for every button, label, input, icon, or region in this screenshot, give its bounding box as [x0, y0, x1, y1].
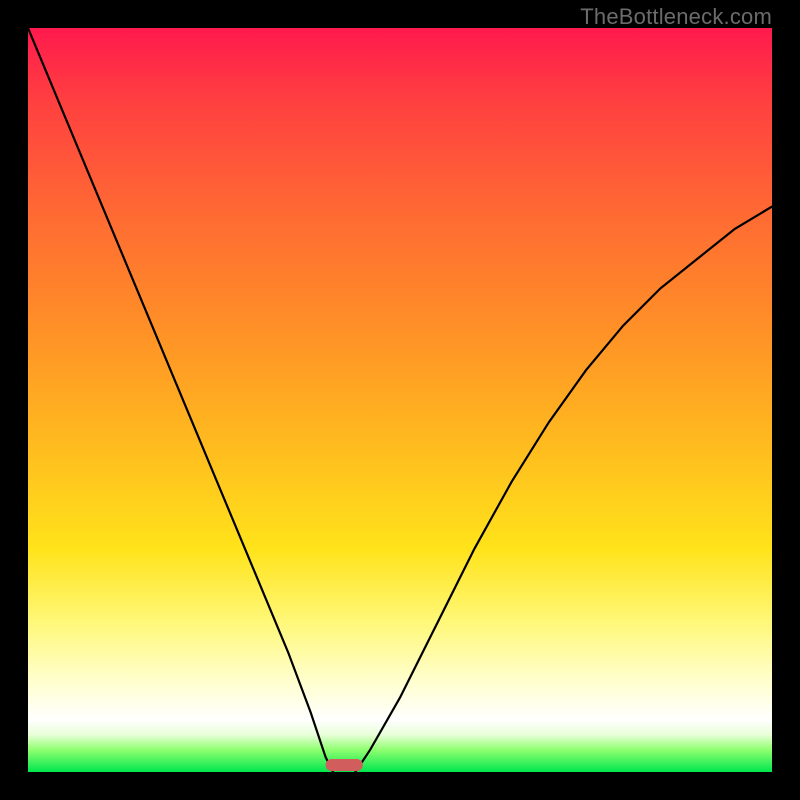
curve-left-branch [28, 28, 333, 772]
curve-right-branch [355, 207, 772, 772]
curve-layer [28, 28, 772, 772]
plot-area [28, 28, 772, 772]
watermark-text: TheBottleneck.com [580, 4, 772, 30]
chart-frame: TheBottleneck.com [0, 0, 800, 800]
minimum-marker [326, 759, 363, 771]
